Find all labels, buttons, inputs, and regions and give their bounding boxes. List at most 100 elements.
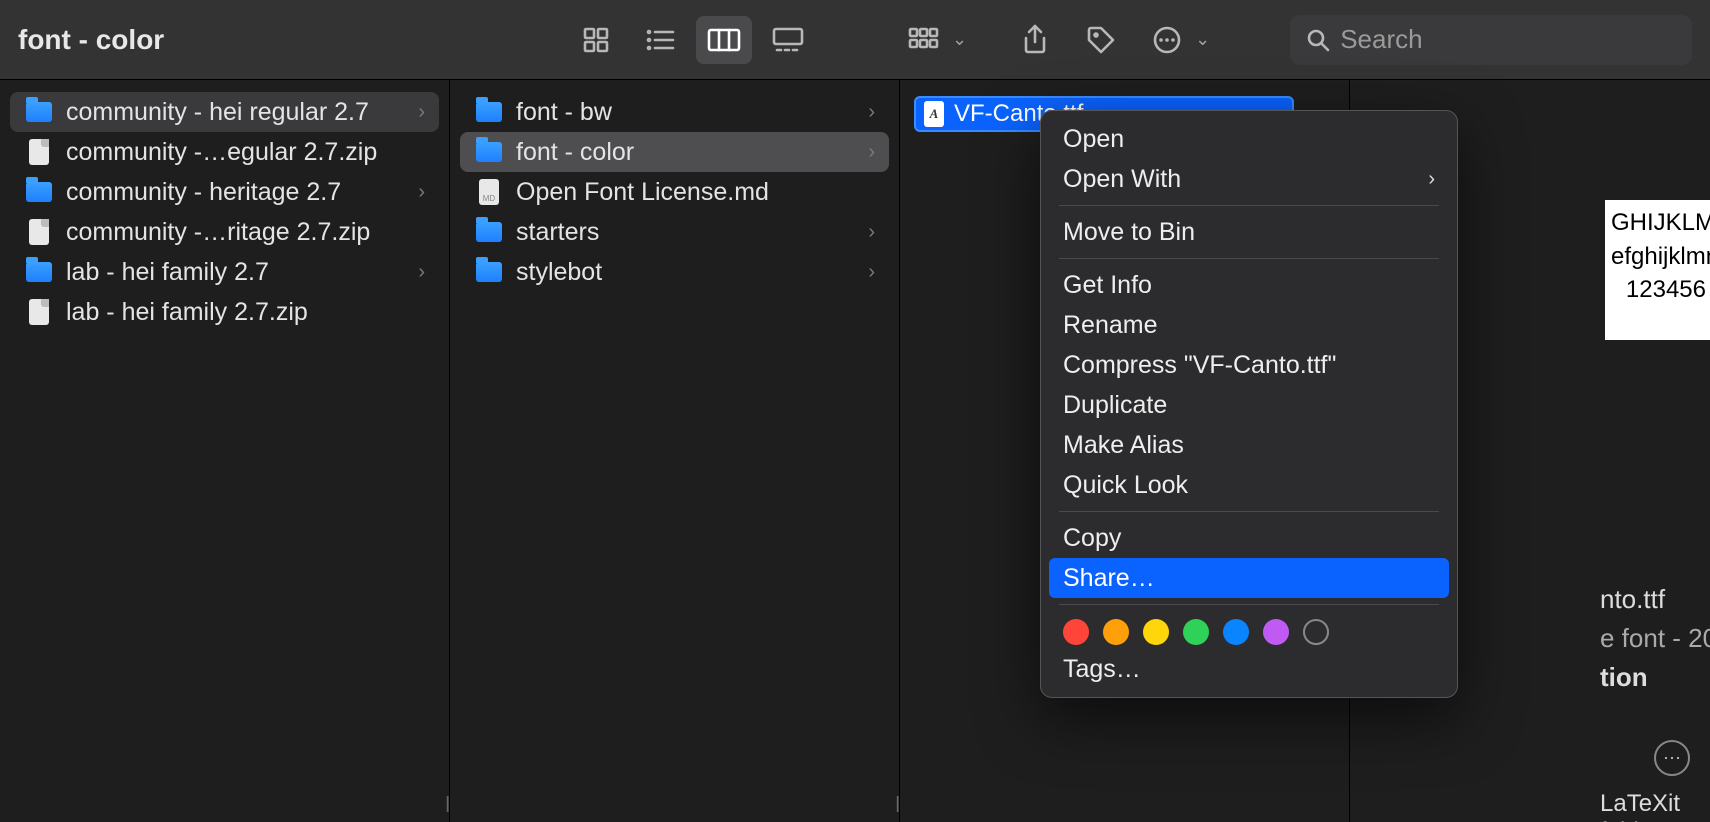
- menu-get-info[interactable]: Get Info: [1049, 265, 1449, 305]
- view-columns-button[interactable]: [696, 16, 752, 64]
- group-by-button[interactable]: [896, 16, 952, 64]
- menu-quick-look[interactable]: Quick Look: [1049, 465, 1449, 505]
- group-icon: [907, 25, 941, 55]
- chevron-right-icon: ›: [868, 141, 875, 164]
- share-button[interactable]: [1007, 16, 1063, 64]
- item-label: lab - hei family 2.7: [66, 258, 269, 287]
- folder-icon: [24, 97, 54, 127]
- menu-separator: [1059, 511, 1439, 512]
- tag-red[interactable]: [1063, 619, 1089, 645]
- menu-open-with[interactable]: Open With›: [1049, 159, 1449, 199]
- menu-copy[interactable]: Copy: [1049, 518, 1449, 558]
- list-item[interactable]: lab - hei family 2.7.zip: [10, 292, 439, 332]
- menu-tag-colors: [1049, 611, 1449, 649]
- chevron-right-icon: ›: [418, 261, 425, 284]
- info-kind: e font - 20: [1600, 619, 1710, 658]
- info-line: folder: [1600, 818, 1710, 822]
- window-title: font - color: [18, 24, 558, 56]
- chevron-down-icon: ⌄: [952, 29, 967, 50]
- tag-orange[interactable]: [1103, 619, 1129, 645]
- search-field[interactable]: Search: [1290, 15, 1692, 65]
- view-list-button[interactable]: [632, 16, 688, 64]
- context-menu: Open Open With› Move to Bin Get Info Ren…: [1040, 110, 1458, 698]
- view-gallery-button[interactable]: [760, 16, 816, 64]
- chevron-right-icon: ›: [868, 101, 875, 124]
- gallery-icon: [771, 25, 805, 55]
- view-icons-button[interactable]: [568, 16, 624, 64]
- list-item[interactable]: lab - hei family 2.7 ›: [10, 252, 439, 292]
- columns-icon: [706, 25, 742, 55]
- item-label: Open Font License.md: [516, 178, 769, 207]
- search-icon: [1306, 28, 1330, 52]
- menu-compress[interactable]: Compress "VF-Canto.ttf": [1049, 345, 1449, 385]
- finder-window: { "toolbar":{ "title":"font - color", "s…: [0, 0, 1710, 822]
- tag-purple[interactable]: [1263, 619, 1289, 645]
- share-icon: [1021, 24, 1049, 56]
- menu-share[interactable]: Share…: [1049, 558, 1449, 598]
- menu-separator: [1059, 205, 1439, 206]
- chevron-right-icon: ›: [868, 221, 875, 244]
- search-placeholder: Search: [1340, 24, 1422, 55]
- chevron-right-icon: ›: [418, 101, 425, 124]
- toolbar: font - color ⌄ ⌄ Search: [0, 0, 1710, 80]
- chevron-right-icon: ›: [868, 261, 875, 284]
- list-item[interactable]: community -…ritage 2.7.zip: [10, 212, 439, 252]
- column-1: community - hei regular 2.7 › community …: [0, 80, 450, 822]
- menu-tags[interactable]: Tags…: [1049, 649, 1449, 689]
- chevron-down-icon: ⌄: [1195, 29, 1210, 50]
- info-line: LaTeXit: [1600, 790, 1710, 818]
- list-item[interactable]: starters ›: [460, 212, 889, 252]
- zip-icon: [24, 137, 54, 167]
- folder-icon: [24, 177, 54, 207]
- view-switcher: [568, 16, 816, 64]
- zip-icon: [24, 297, 54, 327]
- list-item[interactable]: font - bw ›: [460, 92, 889, 132]
- folder-icon: [24, 257, 54, 287]
- list-item[interactable]: font - color ›: [460, 132, 889, 172]
- item-label: community - heritage 2.7: [66, 178, 341, 207]
- column-2: font - bw › font - color › MD Open Font …: [450, 80, 900, 822]
- item-label: stylebot: [516, 258, 602, 287]
- menu-rename[interactable]: Rename: [1049, 305, 1449, 345]
- menu-separator: [1059, 258, 1439, 259]
- font-file-icon: A: [924, 101, 944, 127]
- item-label: community - hei regular 2.7: [66, 98, 369, 127]
- list-item[interactable]: community - hei regular 2.7 ›: [10, 92, 439, 132]
- list-icon: [643, 25, 677, 55]
- menu-move-to-bin[interactable]: Move to Bin: [1049, 212, 1449, 252]
- preview-line: efghijklmn: [1611, 240, 1710, 274]
- chevron-right-icon: ›: [1428, 168, 1435, 191]
- info-name: nto.ttf: [1600, 580, 1710, 619]
- tags-button[interactable]: [1073, 16, 1129, 64]
- item-label: starters: [516, 218, 599, 247]
- more-info-button[interactable]: ⋯: [1654, 740, 1690, 776]
- tag-none[interactable]: [1303, 619, 1329, 645]
- list-item[interactable]: community - heritage 2.7 ›: [10, 172, 439, 212]
- more-icon: [1151, 24, 1183, 56]
- menu-open[interactable]: Open: [1049, 119, 1449, 159]
- item-label: font - color: [516, 138, 634, 167]
- item-label: community -…ritage 2.7.zip: [66, 218, 370, 247]
- item-label: lab - hei family 2.7.zip: [66, 298, 308, 327]
- folder-icon: [474, 217, 504, 247]
- zip-icon: [24, 217, 54, 247]
- folder-icon: [474, 97, 504, 127]
- info-section: tion: [1600, 658, 1710, 697]
- tag-yellow[interactable]: [1143, 619, 1169, 645]
- tag-blue[interactable]: [1223, 619, 1249, 645]
- item-label: community -…egular 2.7.zip: [66, 138, 377, 167]
- action-button[interactable]: [1139, 16, 1195, 64]
- grid-icon: [581, 25, 611, 55]
- menu-duplicate[interactable]: Duplicate: [1049, 385, 1449, 425]
- list-item[interactable]: community -…egular 2.7.zip: [10, 132, 439, 172]
- md-icon: MD: [474, 177, 504, 207]
- list-item[interactable]: MD Open Font License.md: [460, 172, 889, 212]
- menu-separator: [1059, 604, 1439, 605]
- folder-icon: [474, 257, 504, 287]
- tag-green[interactable]: [1183, 619, 1209, 645]
- file-info-extra: LaTeXit folder: [1600, 790, 1710, 822]
- menu-make-alias[interactable]: Make Alias: [1049, 425, 1449, 465]
- item-label: font - bw: [516, 98, 612, 127]
- list-item[interactable]: stylebot ›: [460, 252, 889, 292]
- preview-line: 123456: [1611, 273, 1710, 307]
